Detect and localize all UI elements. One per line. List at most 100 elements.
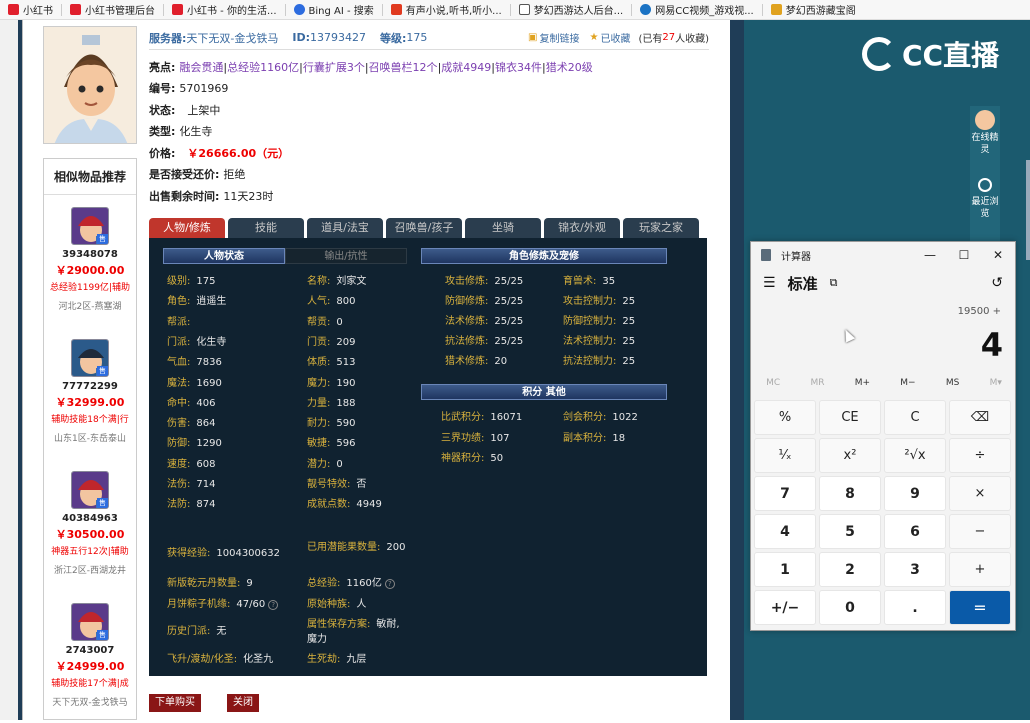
scrollbar[interactable] (1026, 160, 1030, 260)
tab-mounts[interactable]: 坐骑 (465, 218, 541, 238)
sale-badge: 售 (97, 366, 108, 376)
race-field: 原始种族: 人 (307, 599, 367, 610)
tab-items[interactable]: 道具/法宝 (307, 218, 383, 238)
close-button[interactable]: 关闭 (227, 694, 259, 712)
sprite-icon (975, 110, 995, 130)
output-header[interactable]: 输出/抗性 (285, 248, 407, 264)
stat-field: 敏捷: 596 (307, 438, 356, 450)
bookmark-xiaohongshu-admin[interactable]: 小红书管理后台 (70, 2, 155, 17)
tab-home[interactable]: 玩家之家 (623, 218, 699, 238)
minus-key[interactable]: − (949, 514, 1011, 549)
mr-button[interactable]: MR (810, 378, 824, 388)
bookmark-xiaohongshu[interactable]: 小红书 (8, 2, 53, 17)
bookmark-bing-ai[interactable]: Bing AI - 搜索 (293, 2, 374, 17)
stat-field: 神器积分: 50 (441, 453, 504, 464)
bargain-row: 是否接受还价: 拒绝 (149, 168, 246, 182)
m-plus-button[interactable]: M+ (855, 378, 870, 388)
ms-button[interactable]: MS (946, 378, 959, 388)
stat-field: 帮贡: 0 (307, 316, 343, 328)
highlights-row: 亮点: 融会贯通|总经验1160亿|行囊扩展3个|召唤兽栏12个|成就4949|… (149, 60, 593, 74)
memory-list-button[interactable]: M▾ (990, 378, 1002, 388)
square-key[interactable]: x² (819, 438, 881, 473)
stat-field: 防御控制力: 25 (563, 316, 636, 327)
mc-button[interactable]: MC (766, 378, 780, 388)
bookmark-cc-video[interactable]: 网易CC视频_游戏视... (640, 2, 754, 17)
item-thumbnail[interactable]: 售 (71, 603, 109, 641)
fly-field: 飞升/渡劫/化圣: 化圣九 (167, 654, 274, 665)
negate-key[interactable]: +/− (754, 590, 816, 625)
nine-key[interactable]: 9 (884, 476, 946, 511)
percent-key[interactable]: % (754, 400, 816, 435)
clear-key[interactable]: C (884, 400, 946, 435)
calculator-icon (761, 249, 771, 261)
bookmark-audiobook[interactable]: 有声小说,听书,听小... (390, 2, 502, 17)
tab-pets[interactable]: 召唤兽/孩子 (386, 218, 462, 238)
help-icon[interactable]: ? (384, 579, 395, 589)
right-strip (730, 20, 744, 720)
five-key[interactable]: 5 (819, 514, 881, 549)
stat-field: 气血: 7836 (167, 357, 222, 369)
close-icon[interactable]: ✕ (981, 248, 1015, 262)
multiply-key[interactable]: × (949, 476, 1011, 511)
three-key[interactable]: 3 (884, 552, 946, 587)
sqrt-key[interactable]: ²√x (884, 438, 946, 473)
backspace-key[interactable]: ⌫ (949, 400, 1011, 435)
bookmark-cangbaoge[interactable]: 梦幻西游藏宝阁 (770, 2, 856, 17)
one-key[interactable]: 1 (754, 552, 816, 587)
stat-field: 防御: 1290 (167, 438, 222, 450)
reciprocal-key[interactable]: ¹⁄ₓ (754, 438, 816, 473)
sale-badge: 售 (97, 498, 108, 508)
tab-skills[interactable]: 技能 (228, 218, 304, 238)
ce-key[interactable]: CE (819, 400, 881, 435)
attr-field: 属性保存方案: 敏耐,魔力 (307, 619, 400, 645)
zero-key[interactable]: 0 (819, 590, 881, 625)
plus-key[interactable]: + (949, 552, 1011, 587)
bookmark-xiaohongshu-life[interactable]: 小红书 - 你的生活... (172, 2, 277, 17)
keep-on-top-icon[interactable]: ⧉ (830, 276, 838, 290)
list-item[interactable]: 售 77772299 ￥32999.00 辅助技能18个满|行 山东1区-东岳泰… (44, 339, 136, 459)
stat-field: 猎术修炼: 20 (445, 356, 508, 367)
points-header: 积分 其他 (421, 384, 667, 400)
copy-link-button[interactable]: 复制链接 (539, 30, 579, 45)
item-thumbnail[interactable]: 售 (71, 471, 109, 509)
sale-badge: 售 (97, 234, 108, 244)
item-thumbnail[interactable]: 售 (71, 339, 109, 377)
minimize-icon[interactable]: — (913, 248, 947, 262)
decimal-key[interactable]: . (884, 590, 946, 625)
collected-button[interactable]: 已收藏 (600, 30, 630, 45)
eight-key[interactable]: 8 (819, 476, 881, 511)
moon-field: 月饼粽子机缘: 47/60? (167, 595, 279, 610)
online-sprite-button[interactable]: 在线精灵 (970, 106, 1000, 156)
list-item[interactable]: 售 39348078 ￥29000.00 总经验1199亿|辅助 河北2区-燕塞… (44, 207, 136, 327)
six-key[interactable]: 6 (884, 514, 946, 549)
buy-button[interactable]: 下单购买 (149, 694, 201, 712)
help-icon[interactable]: ? (268, 600, 279, 610)
stat-field: 攻击修炼: 25/25 (445, 276, 524, 287)
stat-field: 伤害: 864 (167, 418, 216, 430)
list-item[interactable]: 售 2743007 ￥24999.00 辅助技能17个满|成 天下无双-金戈铁马 (44, 603, 136, 723)
four-key[interactable]: 4 (754, 514, 816, 549)
stat-field: 名称: 刘家文 (307, 276, 367, 287)
tab-outfits[interactable]: 锦衣/外观 (544, 218, 620, 238)
list-item[interactable]: 售 40384963 ￥30500.00 神器五行12次|辅助 浙江2区-西湖龙… (44, 471, 136, 591)
exp-field: 获得经验: 1004300632 (167, 548, 280, 559)
two-key[interactable]: 2 (819, 552, 881, 587)
history-icon[interactable]: ↺ (991, 275, 1003, 291)
stat-field: 潜力: 0 (307, 458, 343, 470)
stat-field: 抗法修炼: 25/25 (445, 336, 524, 347)
calculator-titlebar: 计算器 — ☐ ✕ (751, 242, 1015, 268)
seven-key[interactable]: 7 (754, 476, 816, 511)
item-thumbnail[interactable]: 售 (71, 207, 109, 245)
equals-key[interactable]: = (949, 590, 1011, 625)
tab-character[interactable]: 人物/修炼 (149, 218, 225, 238)
bookmark-mhxy-admin[interactable]: 梦幻西游达人后台... (518, 2, 623, 17)
maximize-icon[interactable]: ☐ (947, 248, 981, 262)
menu-icon[interactable]: ☰ (763, 275, 776, 291)
m-minus-button[interactable]: M− (900, 378, 915, 388)
recent-browse-button[interactable]: 最近浏览 (970, 174, 1000, 220)
divide-key[interactable]: ÷ (949, 438, 1011, 473)
star-icon: ★ (589, 32, 599, 43)
stat-field: 法伤: 714 (167, 479, 216, 490)
type-row: 类型: 化生寺 (149, 125, 213, 139)
stat-field: 人气: 800 (307, 296, 356, 308)
